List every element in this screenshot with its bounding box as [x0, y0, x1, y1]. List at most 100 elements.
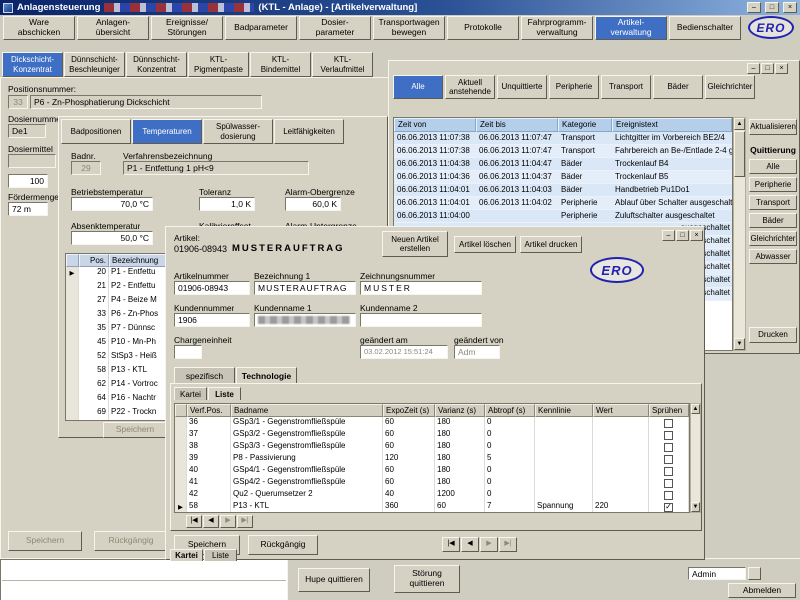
kundenname1-field[interactable] [254, 313, 356, 327]
minimize-button[interactable]: – [747, 63, 760, 74]
dosiergrenze-field[interactable]: 100 [8, 174, 48, 188]
event-row[interactable]: 06.06.2013 11:04:38 06.06.2013 11:04:47 … [394, 158, 732, 171]
minimize-button[interactable]: – [747, 2, 761, 13]
betri ebstemp-field[interactable]: 70,0 °C [71, 197, 153, 211]
tech-header-wert[interactable]: Wert [593, 404, 649, 417]
spruehen-checkbox[interactable] [664, 467, 673, 476]
nav-button[interactable]: ▶| [499, 537, 517, 552]
toolbar-button[interactable]: Dosier- parameter [299, 16, 371, 40]
dosiernummer-field[interactable]: De1 [8, 124, 46, 138]
bezeichnung1-field[interactable]: MUSTERAUFTRAG [254, 281, 356, 295]
zeichnungsnummer-field[interactable]: MUSTER [360, 281, 482, 295]
aktualisieren-button[interactable]: Aktualisieren [749, 119, 797, 135]
nav-button[interactable]: ◀ [461, 537, 479, 552]
scroll-up-icon[interactable]: ▲ [734, 118, 745, 130]
event-header-ereignistext[interactable]: Ereignistext [612, 118, 732, 132]
quittieren-abwasser-button[interactable]: Abwasser [749, 249, 797, 264]
toolbar-button[interactable]: Transportwagen bewegen [373, 16, 445, 40]
kundennummer-field[interactable]: 1906 [174, 313, 250, 327]
event-row[interactable]: 06.06.2013 11:04:01 06.06.2013 11:04:02 … [394, 197, 732, 210]
event-header-kategorie[interactable]: Kategorie [558, 118, 612, 132]
absenktemp-field[interactable]: 50,0 °C [71, 231, 153, 245]
technologie-grid-scrollbar[interactable]: ▲ ▼ [690, 403, 701, 513]
artikel-subtab[interactable]: Kartei [174, 387, 207, 400]
abmelden-button[interactable]: Abmelden [728, 583, 796, 598]
dosing-tab[interactable]: KTL- Pigmentpaste [188, 52, 249, 77]
event-row[interactable]: 06.06.2013 11:07:38 06.06.2013 11:07:47 … [394, 145, 732, 158]
tech-row[interactable]: ▶ 58 P13 - KTL 360 60 7 Spannung 220 ✓ [175, 501, 689, 513]
tech-row[interactable]: 42 Qu2 - Querumsetzer 2 40 1200 0 [175, 489, 689, 501]
toolbar-button[interactable]: Artikel- verwaltung [595, 16, 667, 40]
maximize-button[interactable]: □ [676, 230, 689, 241]
quittieren-alle-button[interactable]: Alle [749, 159, 797, 174]
event-row[interactable]: 06.06.2013 11:04:01 06.06.2013 11:04:03 … [394, 184, 732, 197]
close-button[interactable]: × [783, 2, 797, 13]
tech-row[interactable]: 41 GSp4/2 - Gegenstromfließspüle 60 180 … [175, 477, 689, 489]
kundenname2-field[interactable] [360, 313, 482, 327]
scroll-down-icon[interactable]: ▼ [734, 338, 745, 350]
user-options-button[interactable] [748, 567, 761, 580]
artikel-rueckgaengig-button[interactable]: Rückgängig [248, 535, 318, 555]
dosing-tab[interactable]: KTL- Bindemittel [250, 52, 311, 77]
event-row[interactable]: 06.06.2013 11:04:00 Peripherie Zuluftsch… [394, 210, 732, 223]
maximize-button[interactable]: □ [761, 63, 774, 74]
tech-row[interactable]: 40 GSp4/1 - Gegenstromfließspüle 60 180 … [175, 465, 689, 477]
toolbar-button[interactable]: Bedienschalter [669, 16, 741, 40]
tech-header-abtropf[interactable]: Abtropf (s) [485, 404, 535, 417]
event-filter-tab[interactable]: Peripherie [549, 75, 599, 99]
toolbar-button[interactable]: Ereignisse/ Störungen [151, 16, 223, 40]
event-filter-tab[interactable]: Alle [393, 75, 443, 99]
stoerung-quittieren-button[interactable]: Störung quittieren [394, 565, 460, 593]
temp-tab[interactable]: Badpositionen [61, 119, 131, 144]
obergrenze-field[interactable]: 60,0 K [285, 197, 341, 211]
artikel-subtab[interactable]: Liste [208, 387, 241, 400]
toleranz-field[interactable]: 1,0 K [199, 197, 255, 211]
artikel-bottom-tab[interactable]: Kartei [170, 549, 203, 561]
event-filter-tab[interactable]: Bäder [653, 75, 703, 99]
dosing-tab[interactable]: Dickschicht- Konzentrat [2, 52, 63, 77]
tech-header-kennlinie[interactable]: Kennlinie [535, 404, 593, 417]
spruehen-checkbox[interactable] [664, 491, 673, 500]
hupe-quittieren-button[interactable]: Hupe quittieren [298, 568, 370, 592]
quittieren-peripherie-button[interactable]: Peripherie [749, 177, 797, 192]
spruehen-checkbox[interactable] [664, 479, 673, 488]
tech-row[interactable]: 38 GSp3/3 - Gegenstromfließspüle 60 180 … [175, 441, 689, 453]
tech-row[interactable]: 37 GSp3/2 - Gegenstromfließspüle 60 180 … [175, 429, 689, 441]
foerdermenge-field[interactable]: 72 m [8, 202, 48, 216]
nav-button[interactable]: |◀ [186, 515, 202, 528]
nav-button[interactable]: ▶ [480, 537, 498, 552]
spruehen-checkbox[interactable]: ✓ [664, 503, 673, 512]
toolbar-button[interactable]: Protokolle [447, 16, 519, 40]
artikel-tab[interactable]: Technologie [236, 367, 297, 383]
tech-row[interactable]: 36 GSp3/1 - Gegenstromfließspüle 60 180 … [175, 417, 689, 429]
user-field[interactable]: Admin [688, 567, 746, 580]
toolbar-button[interactable]: Badparameter [225, 16, 297, 40]
neuen-artikel-erstellen-button[interactable]: Neuen Artikel erstellen [382, 231, 448, 257]
toolbar-button[interactable]: Ware abschicken [3, 16, 75, 40]
chargeneinheit-field[interactable] [174, 345, 202, 359]
maximize-button[interactable]: □ [765, 2, 779, 13]
event-row[interactable]: 06.06.2013 11:04:36 06.06.2013 11:04:37 … [394, 171, 732, 184]
artikel-loeschen-button[interactable]: Artikel löschen [454, 236, 516, 253]
dosiermittel-field[interactable] [8, 154, 56, 168]
event-filter-tab[interactable]: Unquittierte [497, 75, 547, 99]
drucken-button[interactable]: Drucken [749, 327, 797, 343]
scroll-up-icon[interactable]: ▲ [691, 404, 700, 414]
event-filter-tab[interactable]: Aktuell anstehende [445, 75, 495, 99]
event-row[interactable]: 06.06.2013 11:07:38 06.06.2013 11:07:47 … [394, 132, 732, 145]
nav-button[interactable]: |◀ [442, 537, 460, 552]
scroll-down-icon[interactable]: ▼ [691, 502, 700, 512]
minimize-button[interactable]: – [662, 230, 675, 241]
quittieren-baeder-button[interactable]: Bäder [749, 213, 797, 228]
quittieren-gleichrichter-button[interactable]: Gleichrichter [749, 231, 797, 246]
quittieren-transport-button[interactable]: Transport [749, 195, 797, 210]
spruehen-checkbox[interactable] [664, 419, 673, 428]
event-header-zeit-von[interactable]: Zeit von [394, 118, 476, 132]
spruehen-checkbox[interactable] [664, 431, 673, 440]
event-header-zeit-bis[interactable]: Zeit bis [476, 118, 558, 132]
dosing-tab[interactable]: Dünnschicht- Konzentrat [126, 52, 187, 77]
temp-tab[interactable]: Leitfähigkeiten [274, 119, 344, 144]
artikel-bottom-tab[interactable]: Liste [204, 549, 237, 561]
artikelnummer-field[interactable]: 01906-08943 [174, 281, 250, 295]
tech-header-varianz[interactable]: Varianz (s) [435, 404, 485, 417]
